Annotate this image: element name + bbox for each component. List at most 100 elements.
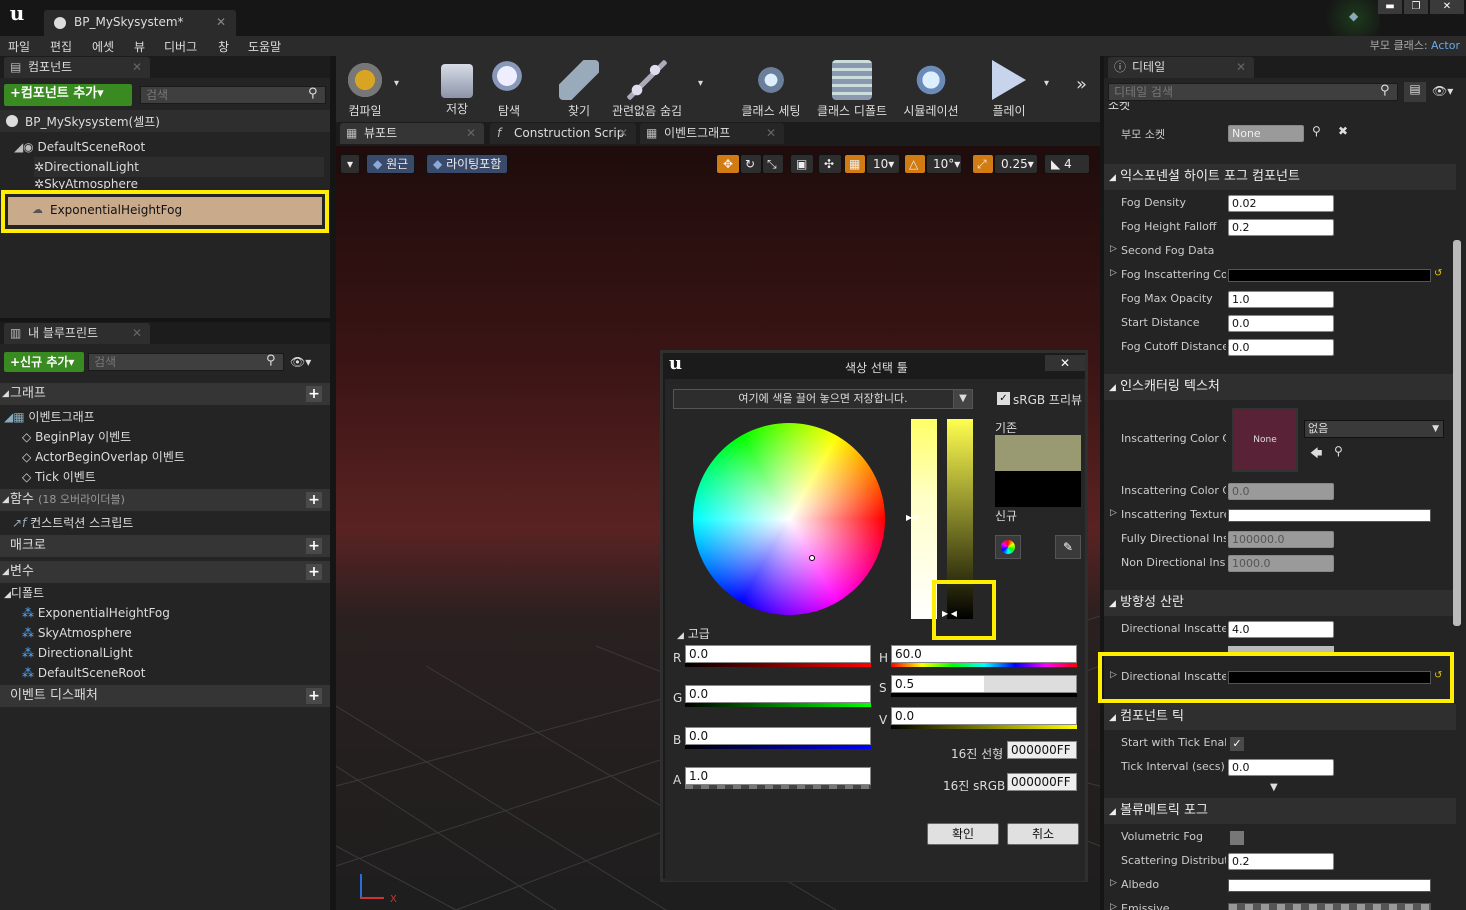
value-slider[interactable] [947, 419, 973, 619]
dialog-close-button[interactable]: ✕ [1045, 355, 1085, 371]
color-theme-drop-zone[interactable]: 여기에 색을 끌어 놓으면 저장합니다. [673, 389, 973, 409]
minimize-button[interactable]: ▬ [1378, 0, 1402, 14]
close-tab-icon[interactable]: ✕ [1236, 57, 1246, 77]
menu-window[interactable]: 창 [218, 38, 229, 55]
parent-socket-value[interactable]: None [1228, 125, 1304, 142]
simulation-button[interactable]: 시뮬레이션 [898, 60, 964, 119]
viewport-menu-chevron-icon[interactable]: ▾ [340, 154, 360, 174]
add-new-button[interactable]: +신규 추가▾ [4, 352, 84, 372]
tab-viewport[interactable]: ▦ 뷰포트 ✕ [340, 123, 484, 144]
socket-header[interactable]: 소켓 [1108, 102, 1130, 112]
property-value[interactable]: 0.2 [1228, 219, 1334, 236]
r-input[interactable]: 0.0 [685, 645, 871, 663]
reset-arrow-icon[interactable]: ↺ [1434, 268, 1442, 279]
add-function-button[interactable]: + [306, 492, 322, 508]
close-tab-icon[interactable]: ✕ [618, 123, 628, 143]
maximize-button[interactable]: ❐ [1404, 0, 1428, 14]
event-tick[interactable]: ◇ Tick 이벤트 [22, 467, 96, 487]
class-defaults-button[interactable]: 클래스 디폴트 [814, 60, 890, 119]
theme-chevron-down-icon[interactable]: ▼ [953, 389, 973, 409]
property-value[interactable]: 100000.0 [1228, 531, 1334, 548]
menu-view[interactable]: 뷰 [134, 38, 145, 55]
add-component-button[interactable]: +컴포넌트 추가▾ [4, 84, 132, 106]
fog-section-header[interactable]: ◢ 익스포넨셜 하이트 포그 컴포넌트 [1104, 164, 1456, 190]
surface-snap-toggle[interactable]: ✣ [818, 154, 842, 174]
tab-components[interactable]: ▤ 컴포넌트 ✕ [4, 57, 150, 78]
property-value[interactable]: 0.0 [1228, 759, 1334, 776]
clear-icon[interactable]: ✖ [1338, 124, 1348, 138]
inscatter-section-header[interactable]: ◢ 인스캐터링 텍스처 [1104, 374, 1456, 400]
section-functions[interactable]: ◢ 함수 (18 오버라이더블) + [0, 489, 330, 511]
scale-snap-value[interactable]: 0.25▾ [994, 154, 1038, 174]
add-macro-button[interactable]: + [306, 538, 322, 554]
close-tab-icon[interactable]: ✕ [132, 323, 142, 343]
color-wheel-toggle[interactable] [995, 535, 1021, 559]
color-swatch[interactable] [1228, 879, 1431, 892]
a-input[interactable]: 1.0 [685, 767, 871, 785]
advanced-toggle[interactable]: ◢ 고급 [677, 625, 710, 642]
hex-srgb-input[interactable]: 000000FF [1007, 773, 1077, 791]
checkbox[interactable]: ✓ [1230, 737, 1244, 751]
rotate-tool[interactable]: ↻ [740, 154, 762, 174]
property-value[interactable]: 0.0 [1228, 483, 1334, 500]
eye-icon[interactable]: 👁▾ [290, 355, 311, 369]
browse-button[interactable]: 탐색 [484, 60, 534, 119]
close-tab-icon[interactable]: ✕ [466, 123, 476, 143]
rotation-snap-toggle[interactable]: △ [904, 154, 926, 174]
property-value[interactable]: 1.0 [1228, 291, 1334, 308]
s-input[interactable]: 0.5 [891, 675, 1077, 693]
translate-tool[interactable]: ✥ [716, 154, 740, 174]
hide-unrelated-button[interactable]: 관련없음 숨김 [610, 60, 684, 119]
event-actorbeginoverlap[interactable]: ◇ ActorBeginOverlap 이벤트 [22, 447, 185, 467]
defaults-category[interactable]: ◢디폴트 [4, 583, 44, 603]
tree-item-skyatmosphere[interactable]: ✲SkyAtmosphere [34, 177, 138, 189]
color-swatch[interactable] [1228, 671, 1431, 684]
menu-file[interactable]: 파일 [8, 38, 30, 55]
tab-details[interactable]: ⓘ 디테일 ✕ [1108, 57, 1254, 78]
texture-thumbnail[interactable]: None [1232, 408, 1298, 472]
menu-help[interactable]: 도움말 [248, 38, 281, 55]
tab-event-graph[interactable]: ▦ 이벤트그래프 ✕ [640, 123, 784, 144]
find-button[interactable]: 찾기 [554, 60, 604, 119]
color-swatch[interactable] [1228, 509, 1431, 522]
rotation-snap-value[interactable]: 10°▾ [926, 154, 962, 174]
grid-snap-toggle[interactable]: ▦ [844, 154, 866, 174]
perspective-button[interactable]: ◆ 원근 [366, 154, 416, 174]
srgb-checkbox[interactable]: ✓ [997, 392, 1010, 405]
color-wheel[interactable] [693, 423, 885, 615]
checkbox[interactable] [1230, 831, 1244, 845]
browse-search-icon[interactable]: ⚲ [1334, 444, 1343, 458]
component-search-input[interactable]: 검색 [140, 86, 326, 104]
cancel-button[interactable]: 취소 [1007, 823, 1079, 845]
hex-linear-input[interactable]: 000000FF [1007, 741, 1077, 759]
compile-button[interactable]: 컴파일 [340, 60, 390, 119]
close-window-button[interactable]: ✕ [1430, 0, 1464, 14]
hide-options-chevron-icon[interactable]: ▾ [698, 78, 703, 89]
property-matrix-button[interactable]: ▤ [1404, 82, 1426, 102]
parent-class-value[interactable]: Actor [1431, 39, 1460, 52]
property-value[interactable]: 0.0 [1228, 315, 1334, 332]
add-variable-button[interactable]: + [306, 564, 322, 580]
v-input[interactable]: 0.0 [891, 707, 1077, 725]
property-value[interactable]: 0.2 [1228, 853, 1334, 870]
advanced-expand-chevron-icon[interactable]: ▼ [1270, 782, 1278, 793]
tree-item-directionallight[interactable]: ✲DirectionalLight [34, 157, 324, 177]
wheel-selector[interactable] [809, 555, 815, 561]
more-chevron-icon[interactable]: » [1076, 74, 1087, 95]
details-search-input[interactable]: 디테일 검색 [1108, 83, 1398, 101]
add-graph-button[interactable]: + [306, 386, 322, 402]
property-value[interactable]: 4.0 [1228, 621, 1334, 638]
ok-button[interactable]: 확인 [927, 823, 999, 845]
world-local-toggle[interactable]: ▣ [790, 154, 814, 174]
scale-tool[interactable]: ⤡ [762, 154, 784, 174]
event-beginplay[interactable]: ◇ BeginPlay 이벤트 [22, 427, 131, 447]
menu-asset[interactable]: 에셋 [92, 38, 114, 55]
volumetric-section-header[interactable]: ◢ 볼류메트릭 포그 [1104, 798, 1456, 824]
camera-speed-button[interactable]: ◣ 4 [1044, 154, 1090, 174]
tab-my-blueprint[interactable]: ▥ 내 블루프린트 ✕ [4, 323, 150, 344]
scale-snap-toggle[interactable]: ⤢ [972, 154, 994, 174]
blueprint-search-input[interactable]: 검색 [88, 353, 284, 371]
variable-item[interactable]: ⁂ SkyAtmosphere [22, 623, 132, 643]
section-variables[interactable]: ◢ 변수 + [0, 561, 330, 583]
reset-arrow-icon[interactable]: ↺ [1434, 670, 1442, 681]
